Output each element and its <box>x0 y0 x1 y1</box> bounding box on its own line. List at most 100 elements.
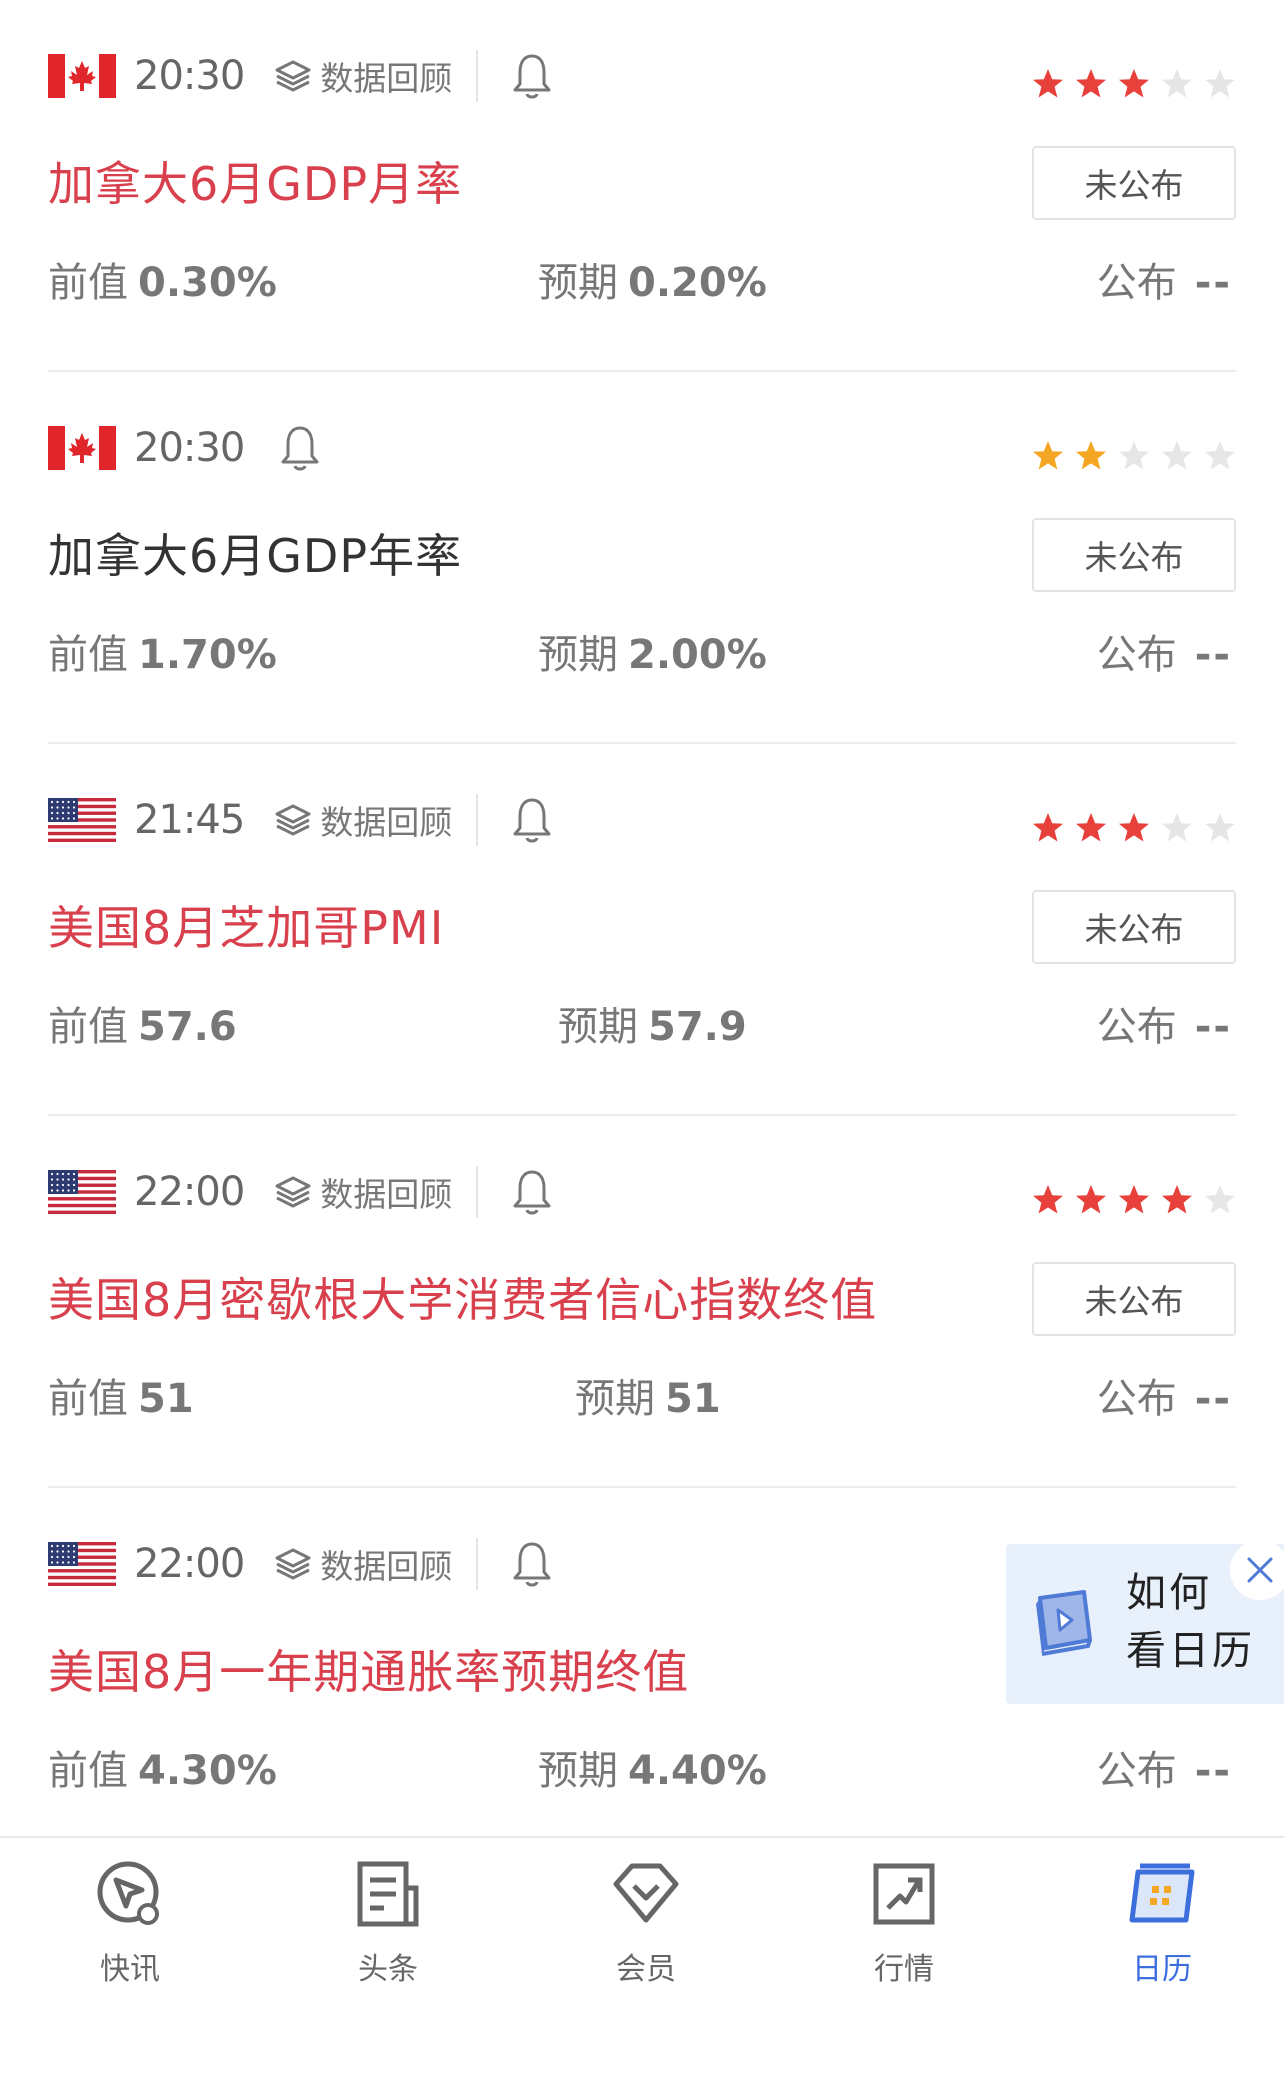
event-title[interactable]: 加拿大6月GDP月率 <box>48 148 462 214</box>
event-title[interactable]: 美国8月密歇根大学消费者信心指数终值 <box>48 1264 877 1330</box>
actual-number: -- <box>1194 260 1232 306</box>
previous-value: 前值 0.30% <box>48 250 277 308</box>
star-empty-icon <box>1204 1184 1236 1220</box>
expected-value: 预期 4.40% <box>538 1738 767 1796</box>
data-review-link[interactable]: 数据回顾 <box>274 1168 452 1216</box>
importance-stars <box>1032 1184 1236 1220</box>
previous-label: 前值 <box>48 1376 128 1422</box>
actual-value: 公布 -- <box>1097 1366 1232 1424</box>
event-meta-row: 22:00 数据回顾 <box>48 1534 552 1594</box>
actual-number: -- <box>1194 1376 1232 1422</box>
expected-label: 预期 <box>538 632 618 678</box>
data-review-link[interactable]: 数据回顾 <box>274 1540 452 1588</box>
tab-membership[interactable]: 会员 <box>566 1858 726 1988</box>
bell-icon[interactable] <box>512 796 552 844</box>
expected-label: 预期 <box>538 260 618 306</box>
how-to-read-calendar-popup[interactable]: 如何 看日历 <box>1006 1540 1284 1704</box>
star-empty-icon <box>1204 68 1236 104</box>
previous-value: 前值 4.30% <box>48 1738 277 1796</box>
bottom-tab-bar: 快讯 头条 会员 行情 日历 <box>0 1836 1284 2078</box>
event-time: 20:30 <box>134 425 245 471</box>
star-empty-icon <box>1161 440 1193 476</box>
popup-title-line2: 看日历 <box>1126 1628 1255 1674</box>
calendar-event-row[interactable]: 20:30 加拿大6月GDP年率 未公布 前值 1.70% 预期 2.00% 公布 -- <box>48 372 1236 744</box>
calendar-icon <box>1129 1863 1195 1923</box>
calendar-event-row[interactable]: 22:00 数据回顾美国8月密歇根大学消费者信心指数终值 未公布前值 51 预期 51 公布… <box>48 1116 1236 1488</box>
close-icon[interactable] <box>1230 1540 1284 1600</box>
expected-number: 0.20% <box>628 260 767 306</box>
previous-label: 前值 <box>48 1748 128 1794</box>
event-time: 20:30 <box>134 53 245 99</box>
calendar-event-row[interactable]: 21:45 数据回顾 美国8月芝加哥PMI 未公布 前值 57.6 预期 57.9 公布 -- <box>48 744 1236 1116</box>
actual-value: 公布 -- <box>1097 622 1232 680</box>
layers-icon <box>275 1548 311 1580</box>
star-empty-icon <box>1161 812 1193 848</box>
event-meta-row: 21:45 数据回顾 <box>48 790 552 850</box>
tab-label: 日历 <box>1132 1952 1192 1987</box>
star-empty-icon <box>1118 440 1150 476</box>
data-review-label: 数据回顾 <box>320 803 453 842</box>
star-empty-icon <box>1204 440 1236 476</box>
tab-calendar[interactable]: 日历 <box>1082 1858 1242 1988</box>
actual-value: 公布 -- <box>1097 994 1232 1052</box>
data-review-link[interactable]: 数据回顾 <box>274 796 452 844</box>
data-review-label: 数据回顾 <box>320 59 453 98</box>
event-title[interactable]: 美国8月芝加哥PMI <box>48 892 444 958</box>
usa-flag-icon <box>48 798 116 843</box>
previous-label: 前值 <box>48 260 128 306</box>
star-filled-icon <box>1032 1184 1064 1220</box>
status-button[interactable]: 未公布 <box>1032 518 1236 592</box>
star-filled-icon <box>1118 1184 1150 1220</box>
star-filled-icon <box>1161 1184 1193 1220</box>
star-filled-icon <box>1075 68 1107 104</box>
layers-icon <box>275 804 311 836</box>
expected-number: 57.9 <box>648 1004 747 1050</box>
data-review-link[interactable]: 数据回顾 <box>274 52 452 100</box>
previous-number: 1.70% <box>138 632 277 678</box>
star-filled-icon <box>1032 812 1064 848</box>
bell-icon[interactable] <box>512 1168 552 1216</box>
previous-value: 前值 57.6 <box>48 994 237 1052</box>
bell-icon[interactable] <box>512 1540 552 1588</box>
divider <box>476 1166 479 1218</box>
event-title[interactable]: 加拿大6月GDP年率 <box>48 520 462 586</box>
event-values: 前值 4.30% 预期 4.40% 公布 -- <box>48 1738 1236 1798</box>
bell-icon[interactable] <box>280 424 320 472</box>
expected-number: 4.40% <box>628 1748 767 1794</box>
tab-flash-news[interactable]: 快讯 <box>50 1858 210 1988</box>
bell-icon[interactable] <box>512 52 552 100</box>
status-button[interactable]: 未公布 <box>1032 890 1236 964</box>
actual-value: 公布 -- <box>1097 1738 1232 1796</box>
tab-headlines[interactable]: 头条 <box>308 1858 468 1988</box>
expected-label: 预期 <box>575 1376 655 1422</box>
chart-arrow-icon <box>873 1863 935 1925</box>
expected-value: 预期 2.00% <box>538 622 767 680</box>
actual-number: -- <box>1194 1004 1232 1050</box>
star-empty-icon <box>1204 812 1236 848</box>
canada-flag-icon <box>48 54 116 98</box>
status-button[interactable]: 未公布 <box>1032 1262 1236 1336</box>
star-filled-icon <box>1075 440 1107 476</box>
usa-flag-icon <box>48 1542 116 1587</box>
calendar-event-row[interactable]: 20:30 数据回顾加拿大6月GDP月率 未公布前值 0.30% 预期 0.20% 公布 -- <box>48 0 1236 372</box>
event-meta-row: 20:30 <box>48 418 320 478</box>
event-time: 21:45 <box>134 797 245 843</box>
star-filled-icon <box>1075 1184 1107 1220</box>
actual-label: 公布 <box>1096 260 1177 306</box>
actual-value: 公布 -- <box>1097 250 1232 308</box>
event-values: 前值 51 预期 51 公布 -- <box>48 1366 1236 1426</box>
previous-number: 0.30% <box>138 260 277 306</box>
newspaper-icon <box>357 1861 419 1927</box>
star-filled-icon <box>1032 68 1064 104</box>
tab-market[interactable]: 行情 <box>824 1858 984 1988</box>
compass-icon <box>97 1861 159 1925</box>
previous-label: 前值 <box>48 1004 128 1050</box>
star-empty-icon <box>1161 68 1193 104</box>
calendar-book-icon <box>1028 1588 1098 1664</box>
event-title[interactable]: 美国8月一年期通胀率预期终值 <box>48 1636 689 1702</box>
event-time: 22:00 <box>134 1169 245 1215</box>
star-filled-icon <box>1032 440 1064 476</box>
status-button[interactable]: 未公布 <box>1032 146 1236 220</box>
canada-flag-icon <box>48 426 116 470</box>
previous-number: 57.6 <box>138 1004 237 1050</box>
